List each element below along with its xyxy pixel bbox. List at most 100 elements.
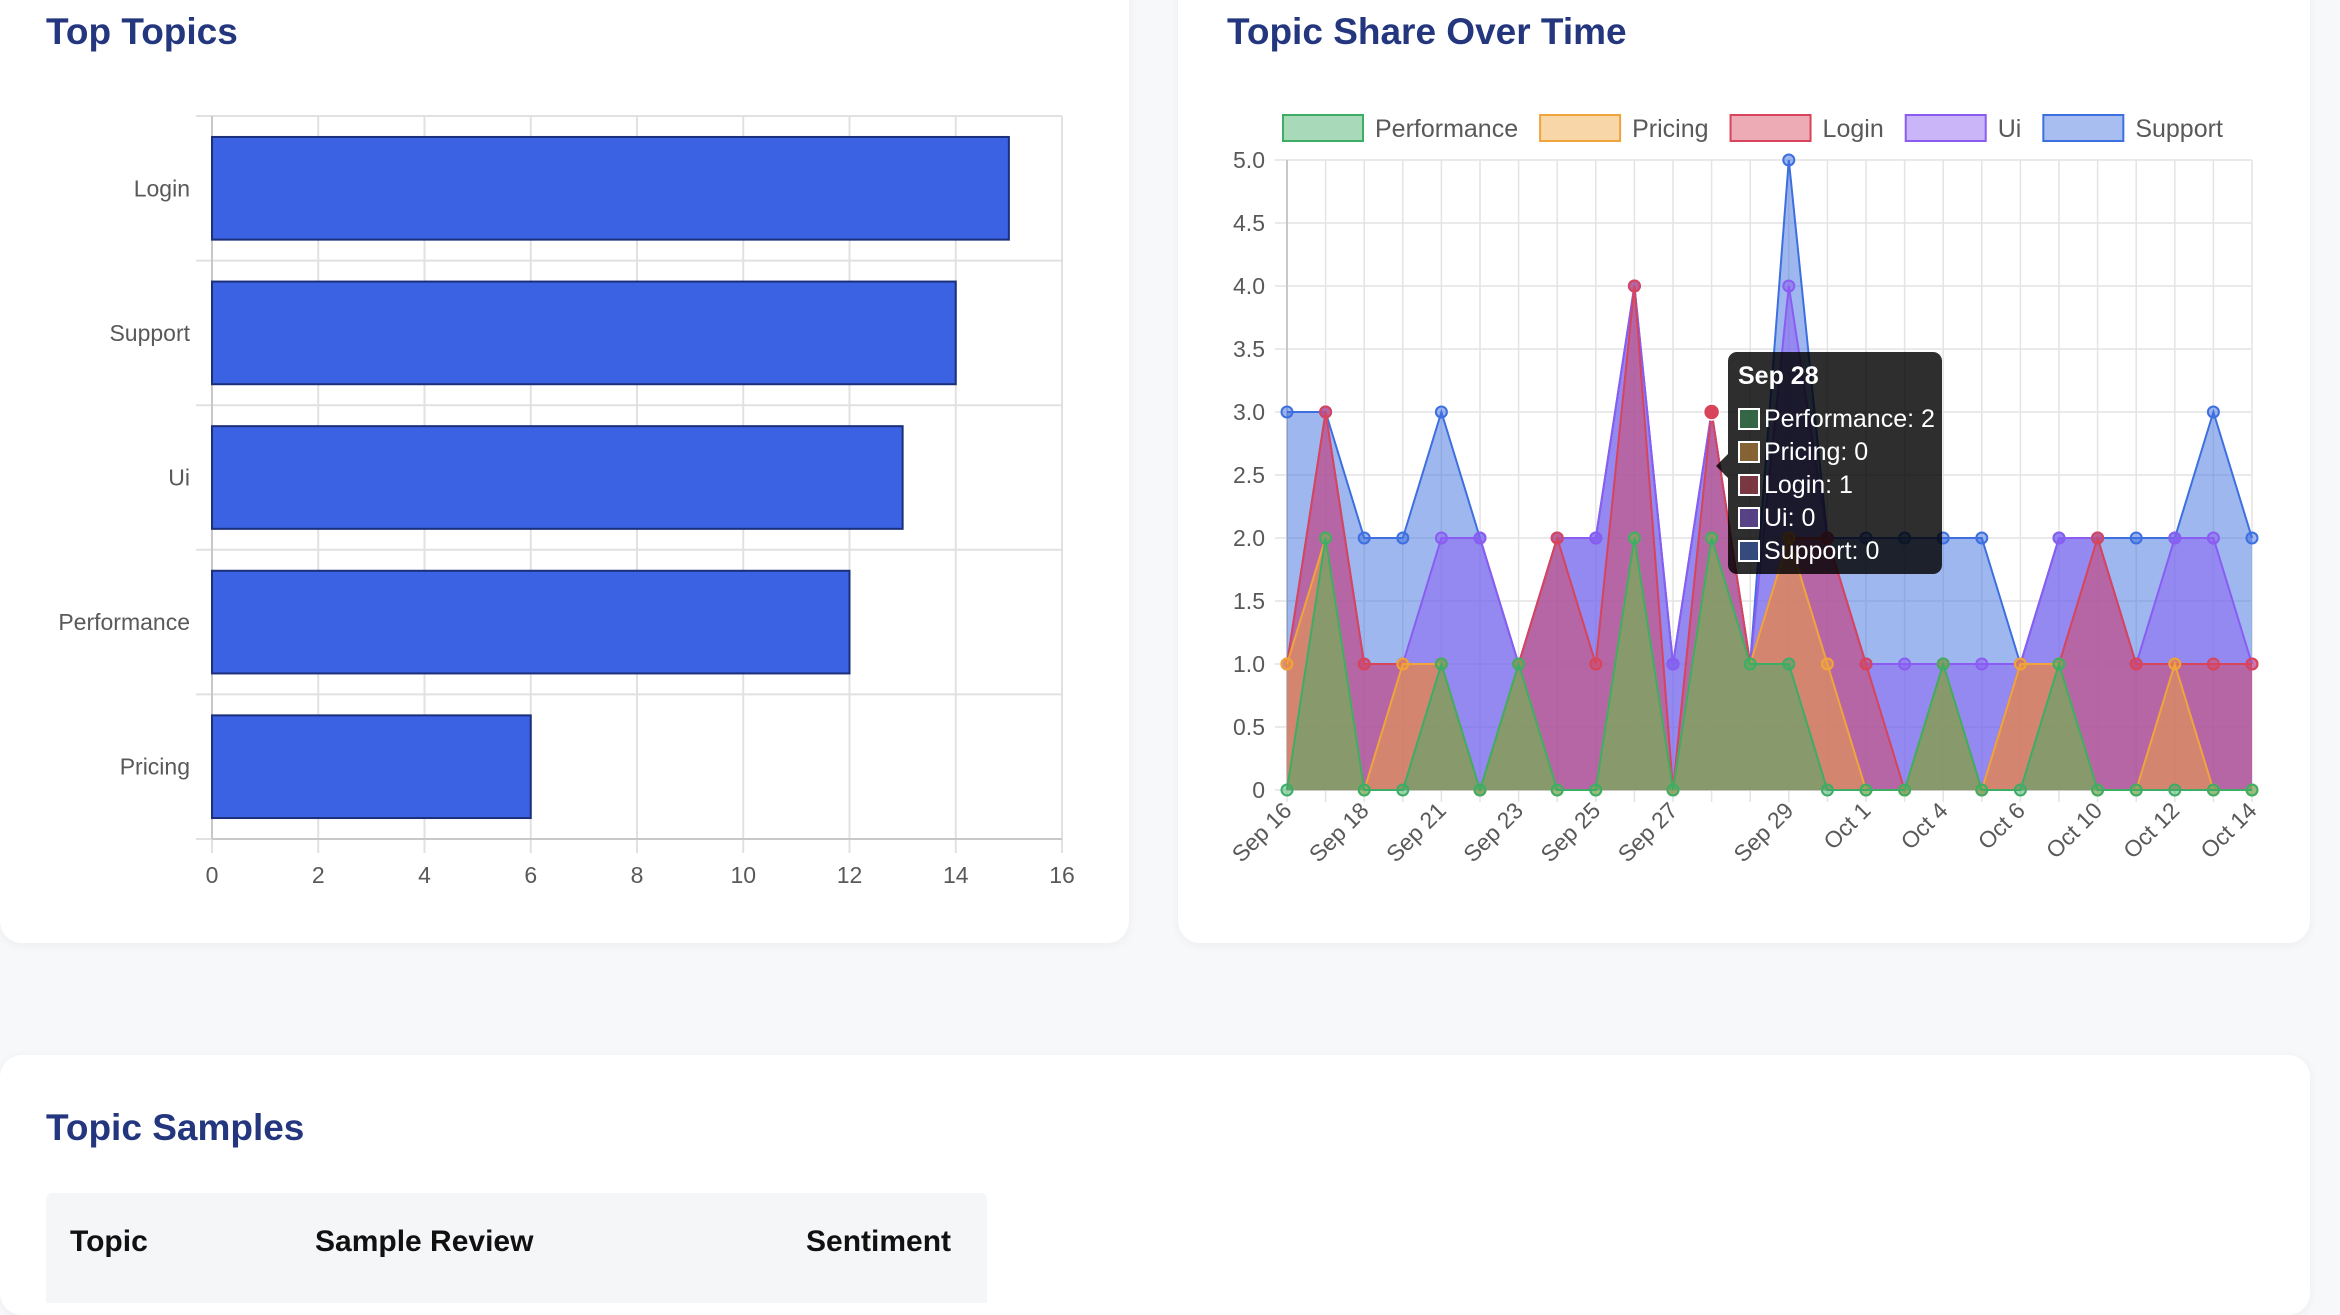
point-performance	[1743, 657, 1757, 671]
area-x-tick-label: Oct 12	[2118, 797, 2184, 863]
point-pricing	[1280, 657, 1294, 671]
point-login	[1357, 657, 1371, 671]
point-performance	[1550, 783, 1564, 797]
point-login	[1859, 657, 1873, 671]
legend-label-performance: Performance	[1375, 115, 1518, 143]
area-x-tick-label: Sep 25	[1535, 797, 1605, 867]
legend-label-support: Support	[2135, 115, 2223, 143]
area-legend: Performance Pricing Login Ui Support	[1282, 114, 2223, 143]
legend-item-support[interactable]: Support	[2042, 114, 2223, 143]
point-performance	[2013, 783, 2027, 797]
point-performance	[2091, 783, 2105, 797]
area-x-tick-label: Oct 1	[1818, 797, 1875, 854]
point-ui	[1975, 657, 1989, 671]
legend-label-pricing: Pricing	[1632, 115, 1708, 143]
point-performance	[1975, 783, 1989, 797]
area-y-tick-label: 2.0	[1233, 525, 1265, 551]
point-support	[2129, 531, 2143, 545]
point-performance	[1936, 657, 1950, 671]
tooltip-row-ui: Ui: 0	[1738, 503, 1815, 533]
area-y-tick-label: 2.5	[1233, 462, 1265, 488]
point-ui	[1666, 657, 1680, 671]
legend-swatch-support	[2042, 114, 2125, 142]
point-performance	[2206, 783, 2220, 797]
point-login	[1589, 657, 1603, 671]
area-y-tick-label: 0.5	[1233, 714, 1265, 740]
point-ui	[1782, 279, 1796, 293]
point-performance	[1589, 783, 1603, 797]
area-x-tick-label: Oct 14	[2195, 797, 2261, 863]
point-performance	[2129, 783, 2143, 797]
column-header-topic[interactable]: Topic	[70, 1225, 148, 1259]
point-login	[1627, 279, 1641, 293]
area-y-tick-label: 5.0	[1233, 147, 1265, 173]
legend-label-ui: Ui	[1998, 115, 2022, 143]
point-performance	[1820, 783, 1834, 797]
point-support	[1357, 531, 1371, 545]
point-support	[1396, 531, 1410, 545]
point-pricing	[2013, 657, 2027, 671]
column-header-sample-review[interactable]: Sample Review	[315, 1225, 533, 1259]
legend-swatch-ui	[1904, 114, 1987, 142]
point-performance	[1666, 783, 1680, 797]
area-x-tick-label: Sep 27	[1613, 797, 1683, 867]
point-ui	[1589, 531, 1603, 545]
legend-item-pricing[interactable]: Pricing	[1539, 114, 1709, 143]
tooltip-text-performance: Performance: 2	[1764, 404, 1935, 433]
point-ui	[2206, 531, 2220, 545]
point-login	[2091, 531, 2105, 545]
topic-samples-title: Topic Samples	[46, 1107, 305, 1148]
point-ui	[2168, 531, 2182, 545]
point-performance	[1705, 531, 1719, 545]
legend-swatch-pricing	[1539, 114, 1622, 142]
samples-table-header: Topic Sample Review Sentiment	[46, 1193, 987, 1303]
point-ui	[1898, 657, 1912, 671]
area-y-tick-label: 1.5	[1233, 588, 1265, 614]
area-x-tick-label: Sep 16	[1227, 797, 1297, 867]
legend-item-ui[interactable]: Ui	[1904, 114, 2022, 143]
point-performance	[1319, 531, 1333, 545]
chart-tooltip: Sep 28 Performance: 2 Pricing: 0 Login: 1 U…	[1716, 352, 1942, 574]
area-y-tick-label: 0	[1252, 777, 1265, 803]
legend-item-login[interactable]: Login	[1729, 114, 1884, 143]
point-performance	[1512, 657, 1526, 671]
tooltip-title: Sep 28	[1738, 362, 1819, 390]
point-support	[1975, 531, 1989, 545]
point-ui	[1473, 531, 1487, 545]
point-performance	[2245, 783, 2259, 797]
point-performance	[1859, 783, 1873, 797]
tooltip-row-performance: Performance: 2	[1738, 404, 1935, 434]
point-support	[1434, 405, 1448, 419]
area-y-tick-label: 4.0	[1233, 273, 1265, 299]
tooltip-swatch-login	[1738, 474, 1760, 496]
point-performance	[2052, 657, 2066, 671]
tooltip-swatch-performance	[1738, 408, 1760, 430]
point-performance	[1782, 657, 1796, 671]
area-x-tick-label: Oct 10	[2041, 797, 2107, 863]
tooltip-text-pricing: Pricing: 0	[1764, 437, 1869, 466]
point-login	[2245, 657, 2259, 671]
point-support	[1280, 405, 1294, 419]
point-performance	[1280, 783, 1294, 797]
legend-item-performance[interactable]: Performance	[1282, 114, 1518, 143]
point-performance	[1627, 531, 1641, 545]
area-x-tick-label: Sep 18	[1304, 797, 1374, 867]
point-support	[2245, 531, 2259, 545]
topic-share-area-chart: 00.51.01.52.02.53.03.54.04.55.0Sep 16 Sep…	[1227, 114, 2262, 867]
area-y-tick-label: 3.0	[1233, 399, 1265, 425]
area-y-tick-label: 1.0	[1233, 651, 1265, 677]
area-x-tick-label: Oct 4	[1895, 797, 1952, 854]
point-ui	[1434, 531, 1448, 545]
area-x-tick-label: Sep 21	[1381, 797, 1451, 867]
point-performance	[1898, 783, 1912, 797]
point-pricing	[2168, 657, 2182, 671]
point-pricing	[1820, 657, 1834, 671]
point-performance	[1396, 783, 1410, 797]
area-x-tick-label: Oct 6	[1973, 797, 2030, 854]
point-pricing	[1396, 657, 1410, 671]
point-performance	[1434, 657, 1448, 671]
point-login	[2129, 657, 2143, 671]
legend-swatch-performance	[1282, 114, 1364, 142]
area-y-tick-label: 3.5	[1233, 336, 1265, 362]
column-header-sentiment[interactable]: Sentiment	[806, 1225, 951, 1259]
